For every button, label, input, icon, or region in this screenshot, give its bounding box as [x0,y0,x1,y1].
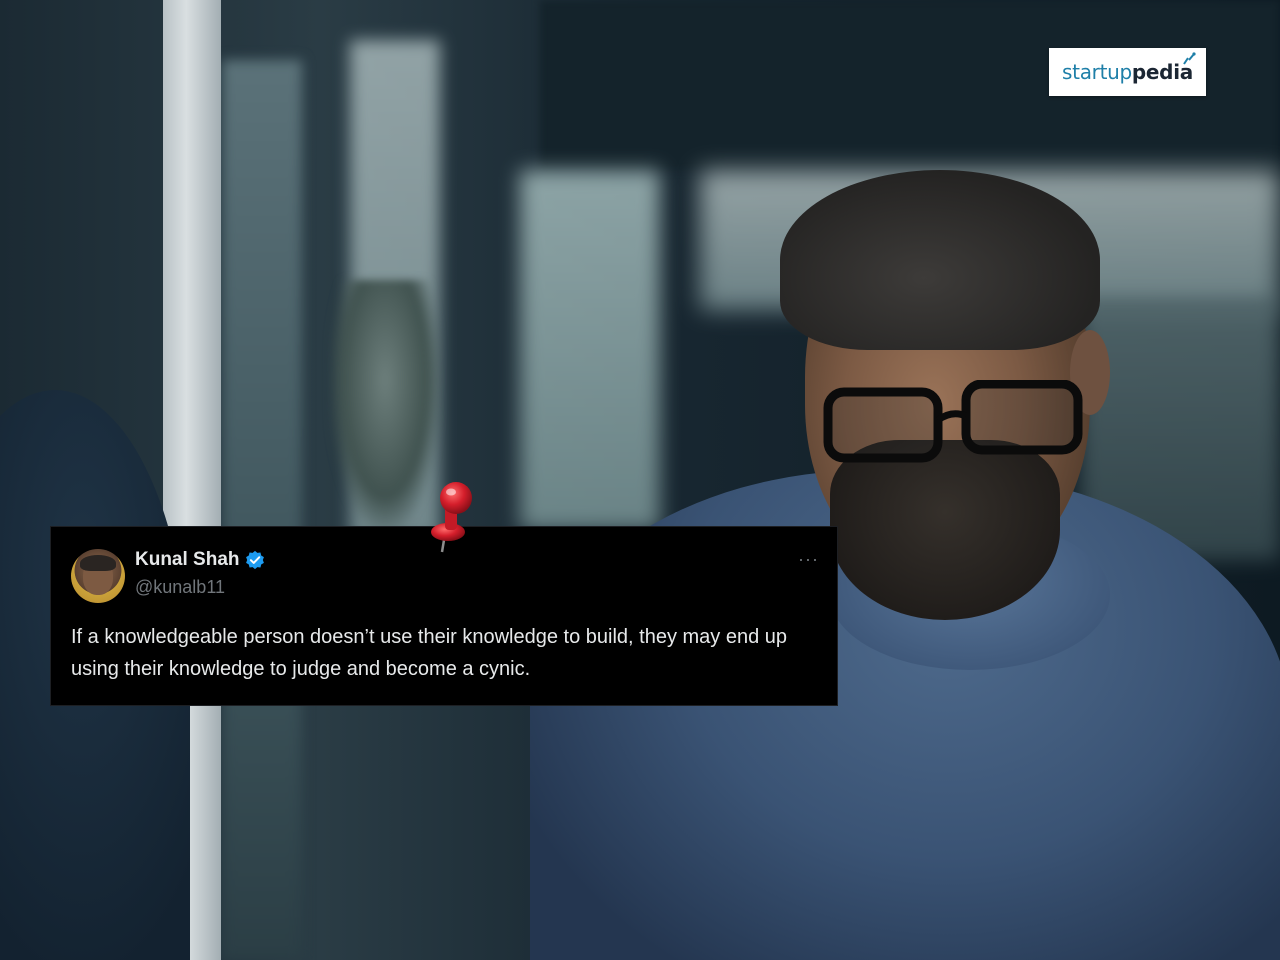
photo-background: startup pedia Kunal Shah @kunalb11 ··· If… [0,0,1280,960]
verified-badge-icon [245,550,264,570]
person-hair [780,170,1100,350]
tweet-author-row: Kunal Shah [135,549,265,571]
avatar[interactable] [71,549,125,603]
background-plant [330,280,440,530]
logo-text-startup: startup [1062,60,1132,84]
red-push-pin-icon [431,482,472,553]
startuppedia-logo[interactable]: startup pedia [1049,48,1206,96]
glasses [823,380,1083,463]
author-handle[interactable]: @kunalb11 [135,577,225,598]
more-horizontal-icon[interactable]: ··· [798,549,819,570]
background-window [222,60,302,960]
logo-spark-icon [1183,52,1196,65]
background-window [520,170,660,530]
author-name[interactable]: Kunal Shah [135,549,240,571]
avatar-hair [80,555,116,571]
tweet-text: If a knowledgeable person doesn’t use th… [71,626,788,680]
